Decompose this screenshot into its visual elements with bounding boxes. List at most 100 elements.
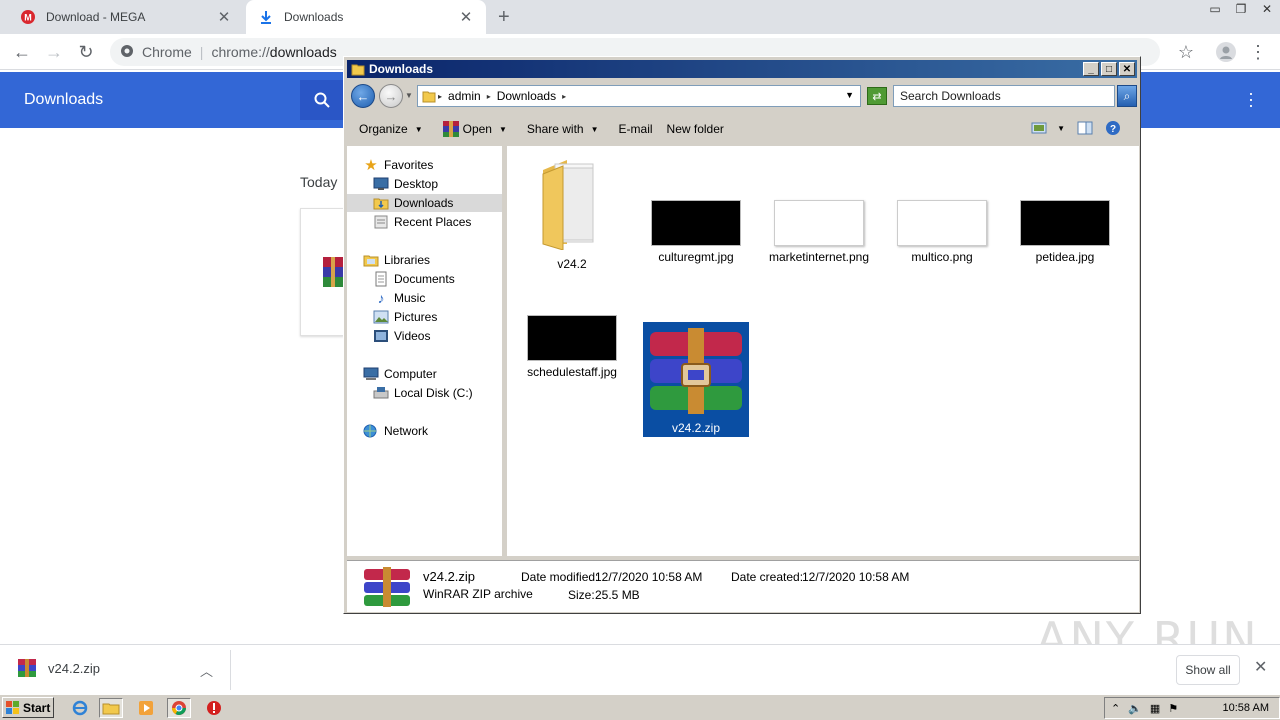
download-shelf: v24.2.zip ︿ Show all ✕	[0, 644, 1280, 694]
mega-icon: M	[20, 9, 36, 25]
breadcrumb-chevron-icon[interactable]: ▸	[562, 92, 566, 101]
file-name: schedulestaff.jpg	[527, 365, 617, 379]
nav-favorites[interactable]: ★ Favorites	[363, 156, 433, 174]
nav-network[interactable]: Network	[363, 422, 428, 440]
help-icon[interactable]: ?	[1105, 120, 1121, 136]
close-icon[interactable]: ✕	[1119, 62, 1135, 76]
chrome-taskbar-icon[interactable]	[167, 698, 191, 718]
start-button[interactable]: Start	[2, 697, 54, 718]
email-button[interactable]: E-mail	[619, 122, 653, 136]
close-window-icon[interactable]: ✕	[1254, 0, 1280, 18]
media-player-icon[interactable]	[134, 698, 158, 718]
nav-label: Downloads	[394, 196, 454, 210]
show-hidden-icons-icon[interactable]: ⌃	[1111, 702, 1120, 715]
close-shelf-icon[interactable]: ✕	[1254, 657, 1267, 677]
date-section-heading: Today	[300, 174, 338, 190]
nav-pictures[interactable]: Pictures	[373, 308, 437, 326]
hard-drive-icon	[373, 385, 389, 401]
action-center-flag-icon[interactable]: ⚑	[1168, 702, 1178, 715]
nav-documents[interactable]: Documents	[373, 270, 455, 288]
show-all-button[interactable]: Show all	[1176, 655, 1240, 685]
volume-icon[interactable]: 🔈	[1128, 702, 1142, 715]
file-item-image[interactable]: marketinternet.png	[766, 200, 872, 264]
tab-mega[interactable]: M Download - MEGA ✕	[8, 0, 244, 34]
nav-label: Recent Places	[394, 215, 472, 229]
desktop-icon	[373, 176, 389, 192]
change-view-icon[interactable]	[1031, 122, 1047, 134]
address-bar[interactable]: ▸ admin ▸ Downloads ▸ ▼	[417, 85, 861, 107]
open-button[interactable]: Open ▼	[442, 121, 507, 137]
internet-explorer-icon[interactable]	[68, 698, 92, 718]
nav-recent-places[interactable]: Recent Places	[373, 213, 471, 231]
breadcrumb-chevron-icon[interactable]: ▸	[438, 92, 442, 101]
close-tab-icon[interactable]: ✕	[216, 8, 232, 26]
file-name: marketinternet.png	[768, 250, 870, 264]
stop-icon[interactable]	[202, 698, 226, 718]
file-name: multico.png	[911, 250, 973, 264]
refresh-icon[interactable]: ⇄	[867, 87, 887, 105]
nav-local-disk[interactable]: Local Disk (C:)	[373, 384, 473, 402]
download-item[interactable]: v24.2.zip	[18, 659, 100, 677]
file-item-folder[interactable]: v24.2	[519, 152, 625, 271]
explorer-taskbar-icon[interactable]	[99, 698, 123, 718]
videos-icon	[373, 328, 389, 344]
address-dropdown-icon[interactable]: ▼	[845, 90, 854, 100]
organize-button[interactable]: Organize ▼	[359, 122, 423, 136]
dropdown-icon: ▼	[590, 124, 599, 134]
nav-music[interactable]: ♪ Music	[373, 289, 426, 307]
nav-videos[interactable]: Videos	[373, 327, 430, 345]
chevron-up-icon[interactable]: ︿	[200, 661, 213, 680]
profile-avatar-icon[interactable]	[1214, 40, 1238, 64]
page-title: Downloads	[24, 91, 104, 108]
minimize-icon[interactable]: ▭	[1202, 0, 1228, 18]
file-item-image[interactable]: multico.png	[889, 200, 995, 264]
detail-size-value: 25.5 MB	[595, 588, 640, 602]
new-folder-button[interactable]: New folder	[667, 122, 724, 136]
search-icon[interactable]	[300, 80, 344, 120]
network-tray-icon[interactable]: ▦	[1150, 702, 1160, 715]
breadcrumb-chevron-icon[interactable]: ▸	[487, 92, 491, 101]
menu-kebab-icon[interactable]: ⋮	[1246, 40, 1270, 64]
breadcrumb-admin[interactable]: admin	[448, 89, 481, 103]
explorer-title-bar[interactable]: Downloads _ □ ✕	[347, 60, 1137, 78]
recent-pages-dropdown-icon[interactable]: ▼	[405, 91, 413, 100]
maximize-icon[interactable]: □	[1101, 62, 1117, 76]
star-icon[interactable]: ☆	[1174, 40, 1198, 64]
new-tab-button[interactable]: +	[498, 6, 510, 29]
back-button[interactable]: ←	[351, 84, 375, 108]
computer-icon	[363, 366, 379, 382]
restore-icon[interactable]: ❐	[1228, 0, 1254, 18]
view-dropdown-icon[interactable]: ▼	[1057, 124, 1065, 133]
tab-downloads[interactable]: Downloads ✕	[246, 0, 486, 34]
search-icon[interactable]: ⌕	[1117, 85, 1137, 107]
forward-button[interactable]: →	[379, 84, 403, 108]
file-item-image[interactable]: schedulestaff.jpg	[519, 315, 625, 379]
nav-downloads[interactable]: Downloads	[347, 194, 502, 212]
nav-desktop[interactable]: Desktop	[373, 175, 438, 193]
winrar-icon	[442, 121, 459, 137]
close-tab-icon[interactable]: ✕	[458, 8, 474, 26]
back-arrow-icon[interactable]: ←	[10, 40, 34, 64]
nav-computer[interactable]: Computer	[363, 365, 437, 383]
share-with-label: Share with	[526, 122, 584, 136]
search-input[interactable]: Search Downloads	[893, 85, 1115, 107]
more-options-icon[interactable]: · · ·	[1248, 84, 1254, 114]
file-item-archive-selected[interactable]: v24.2.zip	[643, 322, 749, 437]
nav-libraries[interactable]: Libraries	[363, 251, 430, 269]
share-with-button[interactable]: Share with ▼	[527, 122, 599, 136]
file-name: v24.2.zip	[671, 421, 721, 435]
winrar-icon	[323, 257, 343, 287]
clock[interactable]: 10:58 AM	[1223, 702, 1269, 714]
file-item-image[interactable]: culturegmt.jpg	[643, 200, 749, 264]
reload-icon[interactable]: ↻	[74, 40, 98, 64]
forward-arrow-icon[interactable]: →	[42, 40, 66, 64]
breadcrumb-downloads[interactable]: Downloads	[497, 89, 556, 103]
svg-text:M: M	[24, 13, 32, 23]
pictures-icon	[373, 309, 389, 325]
detail-size-label: Size:	[568, 588, 595, 602]
detail-filetype: WinRAR ZIP archive	[423, 587, 533, 601]
nav-label: Documents	[394, 272, 455, 286]
preview-pane-icon[interactable]	[1077, 121, 1093, 135]
minimize-icon[interactable]: _	[1083, 62, 1099, 76]
file-item-image[interactable]: petidea.jpg	[1012, 200, 1118, 264]
